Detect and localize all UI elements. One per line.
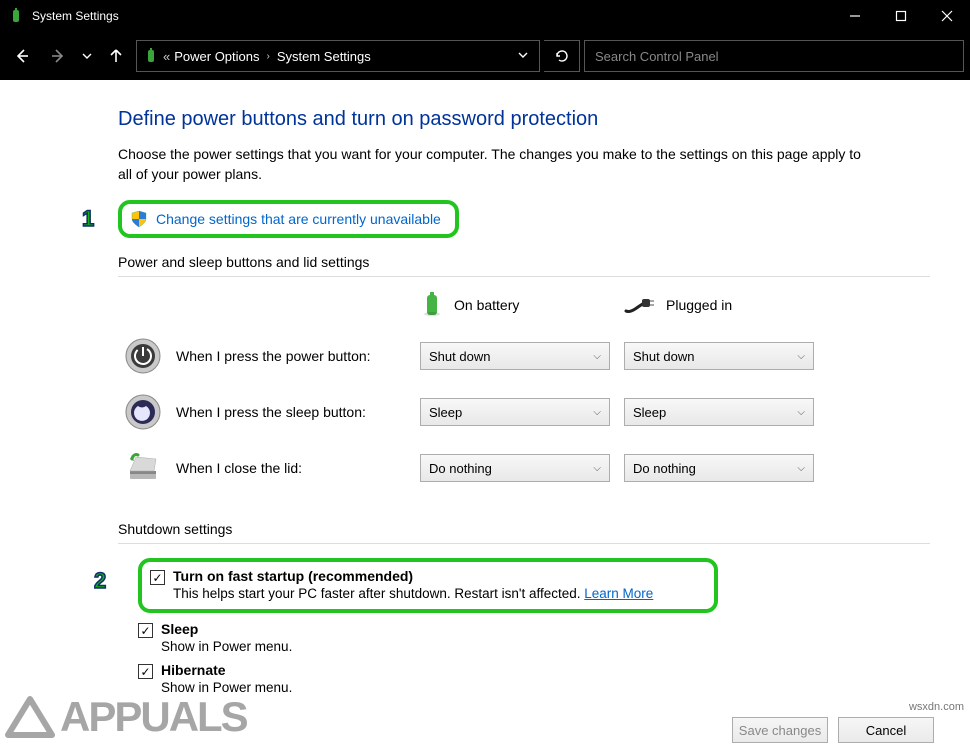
navigation-bar: « Power Options › System Settings Search…	[0, 32, 970, 80]
chevron-down-icon: ⌵	[797, 351, 805, 362]
save-changes-button[interactable]: Save changes	[732, 717, 828, 743]
laptop-lid-icon	[124, 449, 162, 487]
fast-startup-desc: This helps start your PC faster after sh…	[173, 586, 653, 601]
address-bar[interactable]: « Power Options › System Settings	[136, 40, 540, 72]
row-close-lid: When I close the lid: Do nothing⌵ Do not…	[118, 449, 930, 487]
refresh-button[interactable]	[544, 40, 580, 72]
checkbox-hibernate[interactable]	[138, 664, 153, 679]
callout-number-1: 1	[82, 206, 94, 232]
cancel-button[interactable]: Cancel	[838, 717, 934, 743]
column-on-battery: On battery	[420, 291, 624, 319]
combo-lid-plugged[interactable]: Do nothing⌵	[624, 454, 814, 482]
combo-sleep-battery[interactable]: Sleep⌵	[420, 398, 610, 426]
learn-more-link[interactable]: Learn More	[584, 586, 653, 601]
search-input[interactable]: Search Control Panel	[584, 40, 964, 72]
close-button[interactable]	[924, 0, 970, 32]
watermark-url: wsxdn.com	[909, 701, 964, 713]
row-power-button-label: When I press the power button:	[176, 348, 420, 364]
hibernate-option-label: Hibernate	[161, 662, 292, 678]
checkbox-row-sleep: Sleep Show in Power menu.	[138, 621, 930, 654]
recent-locations-button[interactable]	[78, 40, 96, 72]
group-power-sleep-title: Power and sleep buttons and lid settings	[118, 254, 930, 277]
maximize-button[interactable]	[878, 0, 924, 32]
row-close-lid-label: When I close the lid:	[176, 460, 420, 476]
row-sleep-button: When I press the sleep button: Sleep⌵ Sl…	[118, 393, 930, 431]
sleep-option-label: Sleep	[161, 621, 292, 637]
breadcrumb-power-options[interactable]: Power Options	[174, 49, 259, 64]
minimize-button[interactable]	[832, 0, 878, 32]
dialog-buttons: Save changes Cancel	[732, 717, 934, 743]
sleep-button-icon	[124, 393, 162, 431]
chevron-down-icon: ⌵	[593, 407, 601, 418]
row-sleep-button-label: When I press the sleep button:	[176, 404, 420, 420]
highlight-callout-1: Change settings that are currently unava…	[118, 200, 459, 238]
power-options-icon	[8, 8, 24, 24]
breadcrumb-system-settings[interactable]: System Settings	[277, 49, 371, 64]
combo-power-plugged[interactable]: Shut down⌵	[624, 342, 814, 370]
breadcrumb-root-chevron: «	[163, 49, 170, 64]
combo-power-battery[interactable]: Shut down⌵	[420, 342, 610, 370]
window-controls	[832, 0, 970, 32]
plug-icon	[624, 291, 656, 319]
fast-startup-label: Turn on fast startup (recommended)	[173, 568, 653, 584]
row-power-button: When I press the power button: Shut down…	[118, 337, 930, 375]
power-button-icon	[124, 337, 162, 375]
column-plugged-in-label: Plugged in	[666, 297, 732, 313]
column-headers: On battery Plugged in	[118, 291, 930, 319]
address-dropdown-button[interactable]	[507, 49, 539, 64]
search-placeholder: Search Control Panel	[595, 49, 719, 64]
battery-icon	[420, 291, 444, 319]
chevron-down-icon: ⌵	[593, 351, 601, 362]
column-plugged-in: Plugged in	[624, 291, 828, 319]
chevron-down-icon: ⌵	[797, 407, 805, 418]
up-button[interactable]	[100, 40, 132, 72]
power-options-icon	[143, 48, 159, 64]
chevron-right-icon: ›	[267, 51, 270, 62]
checkbox-sleep[interactable]	[138, 623, 153, 638]
content-pane: Define power buttons and turn on passwor…	[0, 80, 970, 695]
forward-button[interactable]	[42, 40, 74, 72]
back-button[interactable]	[6, 40, 38, 72]
chevron-down-icon: ⌵	[797, 463, 805, 474]
combo-sleep-plugged[interactable]: Sleep⌵	[624, 398, 814, 426]
titlebar: System Settings	[0, 0, 970, 32]
highlight-callout-2: Turn on fast startup (recommended) This …	[138, 558, 718, 613]
page-description: Choose the power settings that you want …	[118, 145, 878, 184]
watermark-logo: APPUALS	[0, 693, 247, 741]
sleep-option-desc: Show in Power menu.	[161, 639, 292, 654]
change-unavailable-settings-link[interactable]: Change settings that are currently unava…	[156, 211, 441, 227]
chevron-down-icon: ⌵	[593, 463, 601, 474]
checkbox-row-hibernate: Hibernate Show in Power menu.	[138, 662, 930, 695]
page-heading: Define power buttons and turn on passwor…	[118, 108, 930, 131]
combo-lid-battery[interactable]: Do nothing⌵	[420, 454, 610, 482]
uac-shield-icon	[130, 210, 148, 228]
checkbox-fast-startup[interactable]	[150, 570, 165, 585]
column-on-battery-label: On battery	[454, 297, 519, 313]
group-shutdown-title: Shutdown settings	[118, 521, 930, 544]
window-title: System Settings	[32, 9, 832, 23]
callout-number-2: 2	[94, 568, 106, 594]
